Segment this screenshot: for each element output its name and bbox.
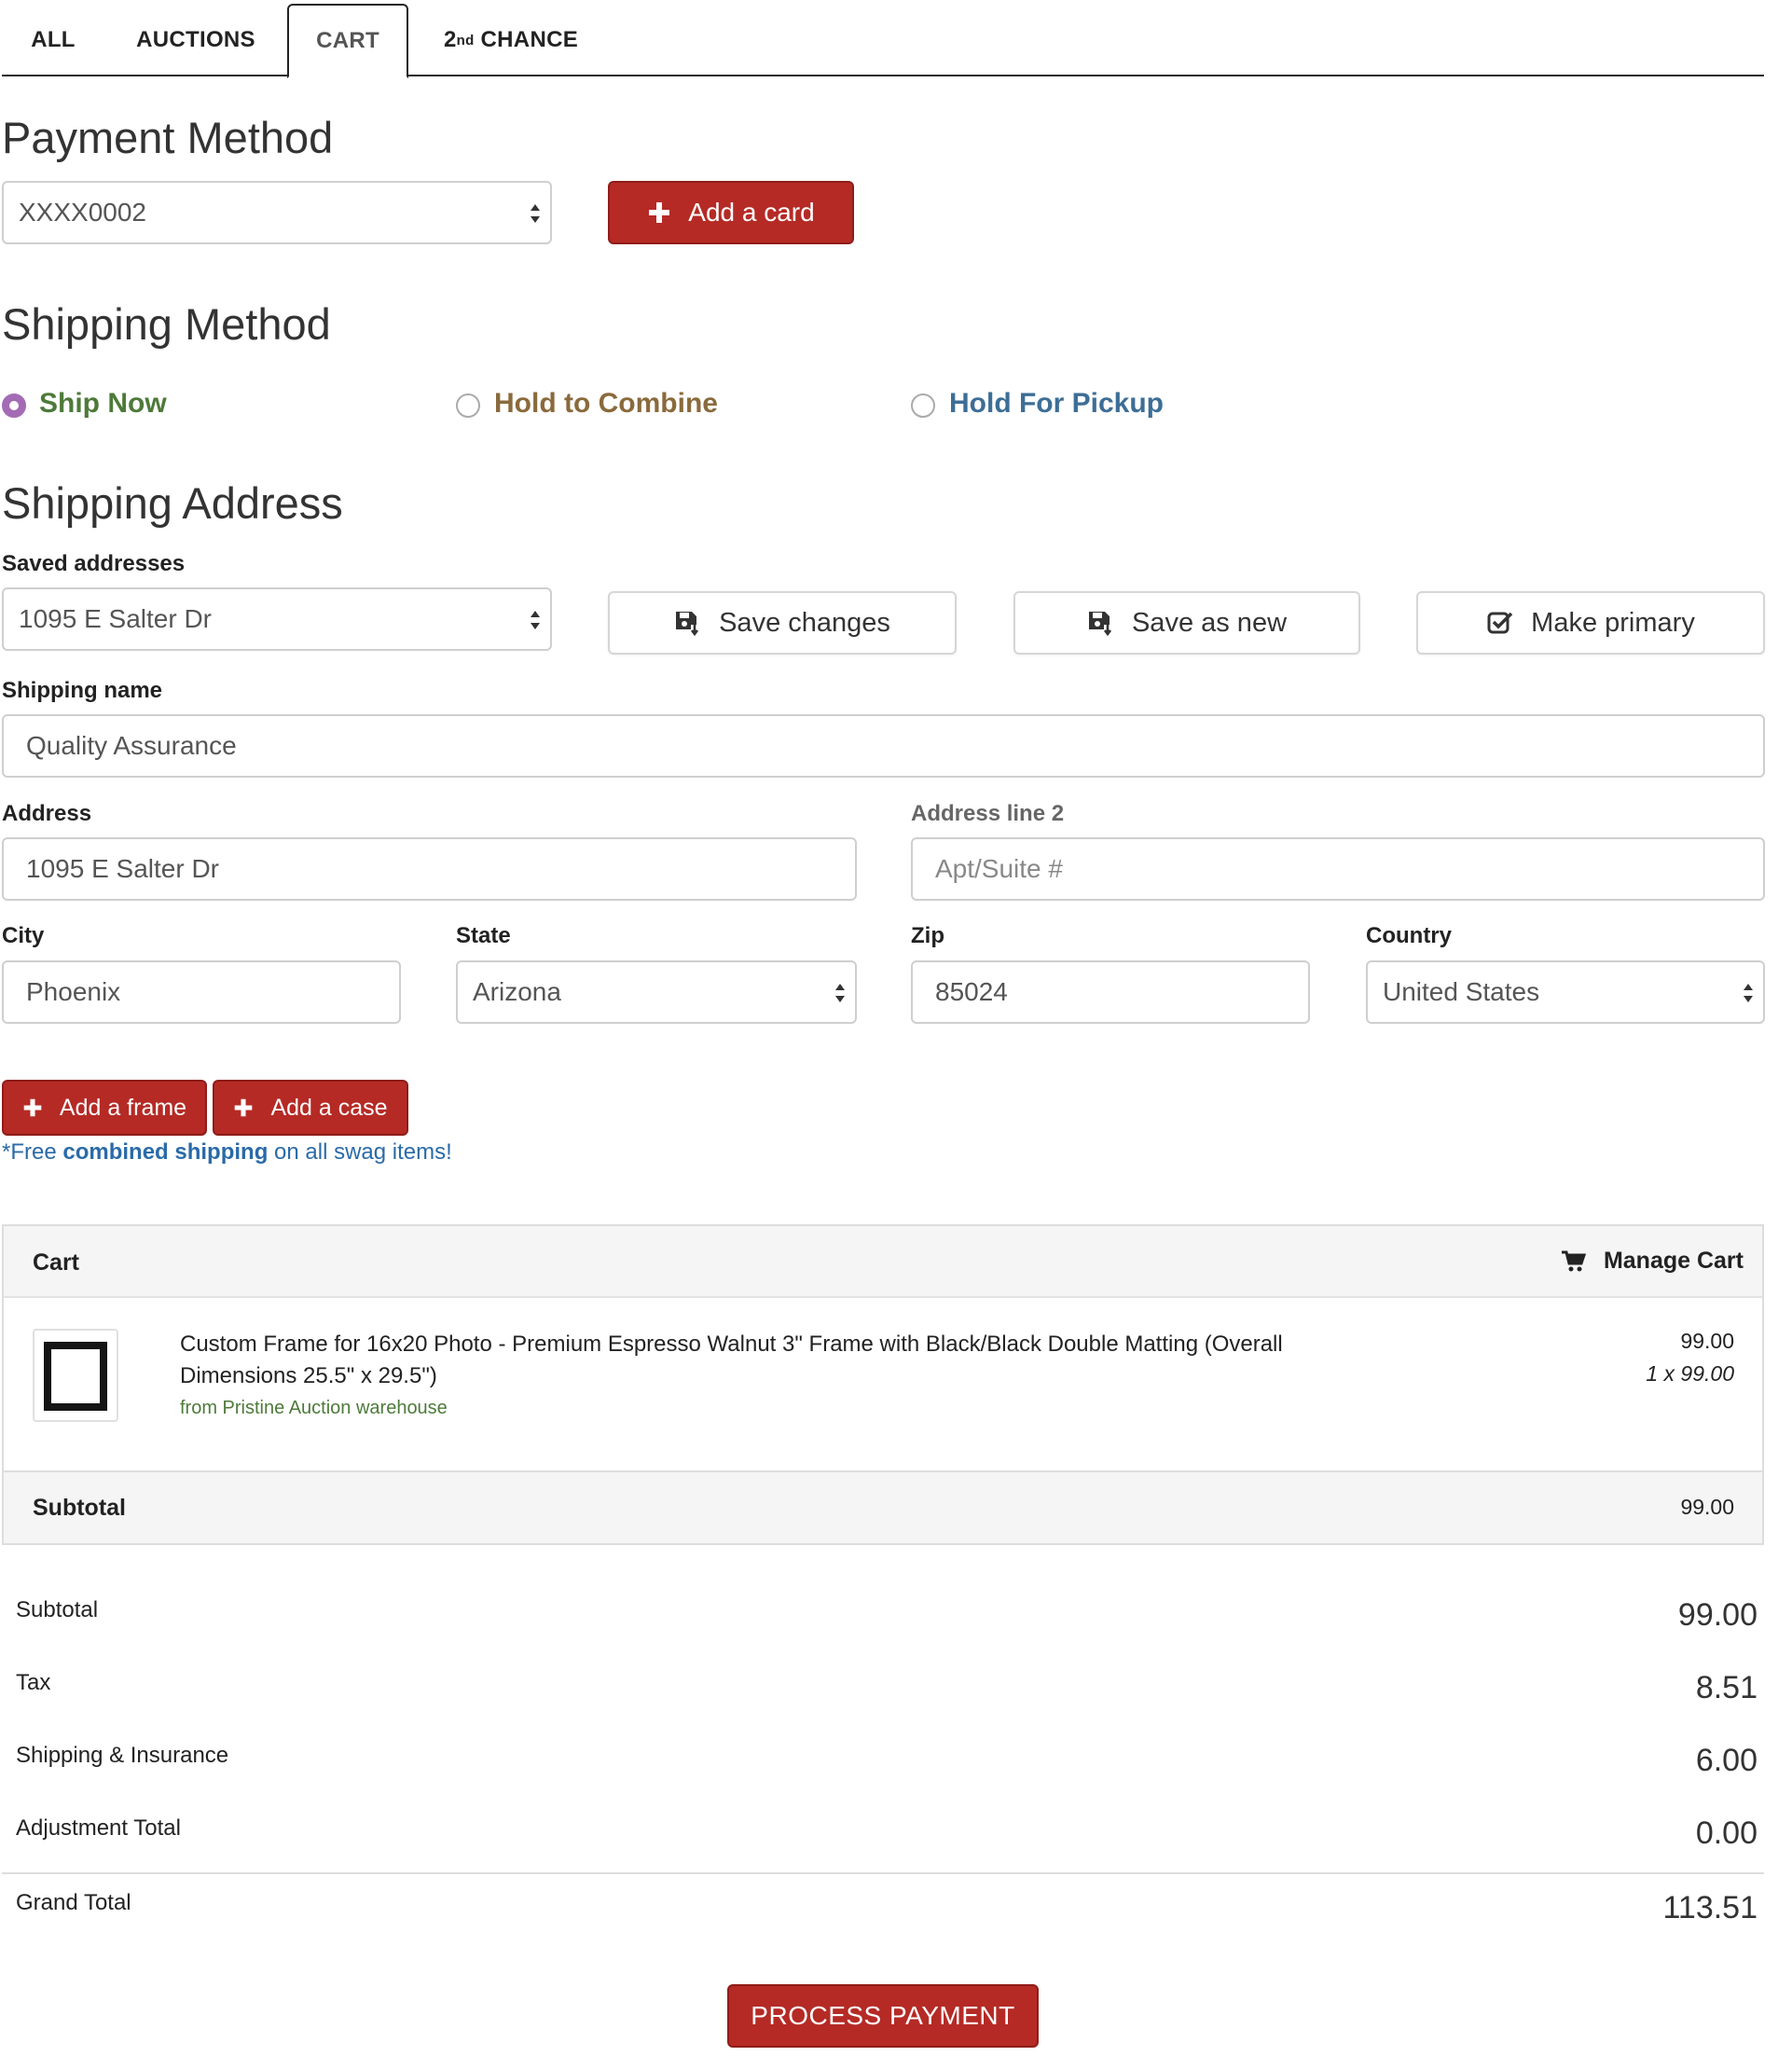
tab-second-chance-sup: nd bbox=[456, 32, 475, 48]
shipping-name-label: Shipping name bbox=[2, 678, 163, 703]
note-suffix: on all swag items! bbox=[268, 1139, 452, 1165]
cart-title: Cart bbox=[33, 1249, 80, 1276]
tab-divider bbox=[2, 75, 1764, 76]
summary-shipping-value: 6.00 bbox=[1695, 1743, 1758, 1778]
saved-address-value: 1095 E Salter Dr bbox=[19, 604, 212, 633]
free-shipping-note: *Free combined shipping on all swag item… bbox=[2, 1139, 452, 1166]
cart-panel: Cart Manage Cart Custom Frame for 16x20 … bbox=[2, 1224, 1764, 1545]
plus-icon bbox=[649, 202, 670, 223]
hold-for-pickup-label[interactable]: Hold For Pickup bbox=[949, 388, 1164, 420]
manage-cart-label: Manage Cart bbox=[1603, 1248, 1744, 1274]
country-label: Country bbox=[1366, 923, 1452, 948]
grand-total-divider bbox=[2, 1872, 1764, 1874]
tab-cart[interactable]: CART bbox=[287, 4, 408, 78]
payment-heading: Payment Method bbox=[2, 113, 334, 162]
city-value: Phoenix bbox=[26, 977, 121, 1006]
item-desc-line2: Dimensions 25.5" x 29.5") bbox=[180, 1363, 437, 1388]
state-label: State bbox=[456, 923, 511, 948]
summary-tax-label: Tax bbox=[16, 1670, 51, 1695]
radio-ship-now[interactable] bbox=[2, 393, 26, 418]
save-as-new-label: Save as new bbox=[1131, 607, 1288, 638]
zip-input[interactable]: 85024 bbox=[911, 960, 1310, 1024]
item-thumbnail[interactable] bbox=[33, 1329, 118, 1422]
save-icon bbox=[1088, 612, 1112, 637]
zip-label: Zip bbox=[911, 923, 944, 948]
item-source: from Pristine Auction warehouse bbox=[180, 1398, 448, 1418]
select-arrows-icon bbox=[835, 984, 845, 1002]
select-arrows-icon bbox=[531, 611, 540, 629]
country-select[interactable]: United States bbox=[1366, 960, 1765, 1024]
address-value: 1095 E Salter Dr bbox=[26, 854, 219, 883]
saved-addresses-label: Saved addresses bbox=[2, 551, 186, 576]
item-description: Custom Frame for 16x20 Photo - Premium E… bbox=[180, 1329, 1345, 1392]
address2-placeholder: Apt/Suite # bbox=[935, 854, 1063, 883]
save-as-new-button[interactable]: Save as new bbox=[1013, 591, 1360, 655]
tab-auctions[interactable]: AUCTIONS bbox=[121, 4, 270, 76]
address2-input[interactable]: Apt/Suite # bbox=[911, 837, 1765, 901]
cart-subtotal-value: 99.00 bbox=[1680, 1495, 1734, 1519]
save-changes-label: Save changes bbox=[719, 607, 890, 638]
process-payment-button[interactable]: PROCESS PAYMENT bbox=[727, 1984, 1039, 2048]
make-primary-button[interactable]: Make primary bbox=[1416, 591, 1765, 655]
country-value: United States bbox=[1383, 977, 1540, 1006]
grand-total-label: Grand Total bbox=[16, 1890, 131, 1915]
item-desc-line1: Custom Frame for 16x20 Photo - Premium E… bbox=[180, 1332, 1283, 1357]
hold-to-combine-label[interactable]: Hold to Combine bbox=[494, 388, 718, 420]
combined-shipping-link[interactable]: combined shipping bbox=[62, 1139, 268, 1165]
add-card-label: Add a card bbox=[688, 198, 815, 227]
add-case-button[interactable]: Add a case bbox=[213, 1080, 408, 1136]
cart-icon bbox=[1561, 1250, 1587, 1271]
add-frame-label: Add a frame bbox=[59, 1094, 187, 1121]
summary-adjustment-value: 0.00 bbox=[1695, 1815, 1758, 1851]
shipping-address-heading: Shipping Address bbox=[2, 478, 343, 528]
saved-address-select[interactable]: 1095 E Salter Dr bbox=[2, 587, 552, 651]
state-select[interactable]: Arizona bbox=[456, 960, 857, 1024]
check-square-icon bbox=[1487, 612, 1513, 634]
summary-shipping-label: Shipping & Insurance bbox=[16, 1743, 229, 1768]
address-input[interactable]: 1095 E Salter Dr bbox=[2, 837, 857, 901]
summary-subtotal-label: Subtotal bbox=[16, 1597, 99, 1622]
address2-label: Address line 2 bbox=[911, 801, 1065, 826]
grand-total-value: 113.51 bbox=[1662, 1890, 1758, 1925]
manage-cart-link[interactable]: Manage Cart bbox=[1561, 1248, 1744, 1275]
note-prefix: *Free bbox=[2, 1139, 63, 1165]
shipping-name-value: Quality Assurance bbox=[26, 731, 237, 760]
cart-panel-header: Cart Manage Cart bbox=[4, 1226, 1762, 1298]
address-label: Address bbox=[2, 801, 92, 826]
summary-adjustment-label: Adjustment Total bbox=[16, 1815, 181, 1841]
ship-now-label[interactable]: Ship Now bbox=[39, 388, 167, 420]
card-select-value: XXXX0002 bbox=[19, 198, 146, 227]
tab-second-chance-num: 2 bbox=[443, 27, 457, 52]
item-price: 99.00 bbox=[1680, 1329, 1734, 1353]
add-case-label: Add a case bbox=[270, 1094, 388, 1121]
item-qty-price: 1 x 99.00 bbox=[1646, 1361, 1734, 1386]
tab-second-chance-word: CHANCE bbox=[480, 27, 579, 52]
city-label: City bbox=[2, 923, 45, 948]
tab-all[interactable]: ALL bbox=[2, 4, 104, 76]
select-arrows-icon bbox=[1744, 984, 1753, 1002]
tab-second-chance[interactable]: 2nd CHANCE bbox=[427, 4, 595, 76]
plus-icon bbox=[235, 1098, 253, 1117]
shipping-method-heading: Shipping Method bbox=[2, 299, 331, 349]
radio-hold-for-pickup[interactable] bbox=[911, 393, 935, 418]
state-value: Arizona bbox=[473, 977, 561, 1006]
add-card-button[interactable]: Add a card bbox=[608, 181, 854, 244]
summary-tax-value: 8.51 bbox=[1695, 1670, 1758, 1705]
frame-image bbox=[44, 1342, 107, 1411]
save-changes-button[interactable]: Save changes bbox=[608, 591, 957, 655]
plus-icon bbox=[23, 1098, 42, 1117]
city-input[interactable]: Phoenix bbox=[2, 960, 401, 1024]
select-arrows-icon bbox=[531, 204, 540, 223]
summary-subtotal-value: 99.00 bbox=[1677, 1597, 1758, 1633]
card-select[interactable]: XXXX0002 bbox=[2, 181, 552, 244]
cart-subtotal-row: Subtotal 99.00 bbox=[4, 1470, 1762, 1543]
zip-value: 85024 bbox=[935, 977, 1008, 1006]
shipping-name-input[interactable]: Quality Assurance bbox=[2, 714, 1765, 778]
radio-hold-to-combine[interactable] bbox=[456, 393, 480, 418]
save-icon bbox=[676, 612, 699, 637]
cart-subtotal-label: Subtotal bbox=[33, 1495, 126, 1521]
add-frame-button[interactable]: Add a frame bbox=[2, 1080, 207, 1136]
make-primary-label: Make primary bbox=[1531, 607, 1695, 638]
